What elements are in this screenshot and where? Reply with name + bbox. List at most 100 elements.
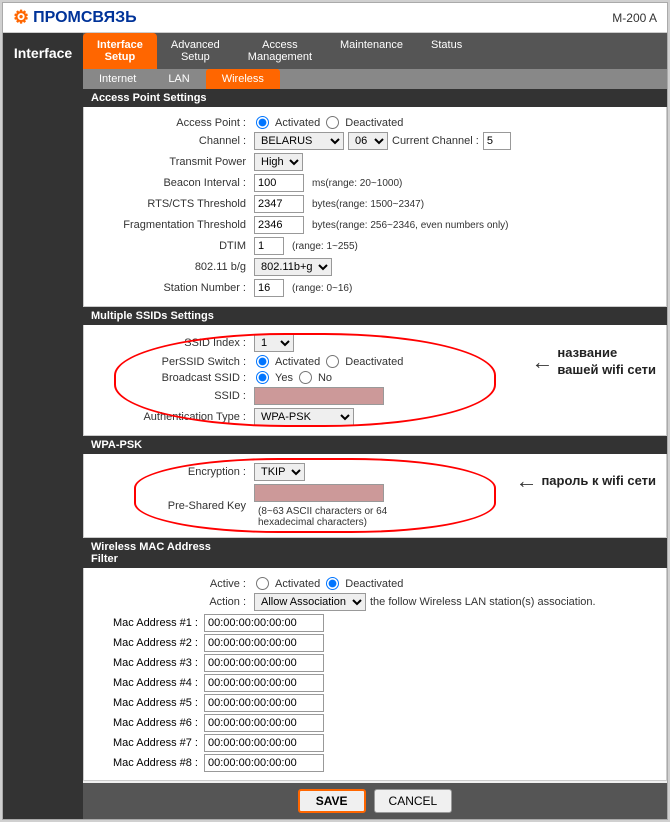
mac-label-7: Mac Address #8 :: [94, 757, 204, 769]
subtab-internet[interactable]: Internet: [83, 69, 152, 89]
channel-num-select[interactable]: 06: [348, 132, 388, 150]
perssid-activated-radio[interactable]: [256, 355, 269, 368]
mac-deactivated-radio[interactable]: [326, 577, 339, 590]
logo-icon: ⚙: [13, 7, 29, 28]
cancel-button[interactable]: CANCEL: [374, 789, 453, 813]
frag-row: Fragmentation Threshold bytes(range: 256…: [94, 216, 656, 234]
logo-text: ПРОМСВЯЗЬ: [33, 9, 136, 27]
current-channel-input[interactable]: [483, 132, 511, 150]
mac-row: Mac Address #5 :: [94, 694, 656, 712]
mac-input-4[interactable]: [204, 694, 324, 712]
mac-row: Mac Address #2 :: [94, 634, 656, 652]
ssid-index-select[interactable]: 1: [254, 334, 294, 352]
ap-value: Activated Deactivated: [254, 116, 403, 129]
dtim-hint: (range: 1~255): [292, 241, 358, 252]
channel-label: Channel :: [94, 135, 254, 147]
ssid-arrow-icon: ←: [531, 349, 553, 375]
mode-value: 802.11b+g: [254, 258, 332, 276]
action-label: Action :: [94, 596, 254, 608]
mac-row: Mac Address #3 :: [94, 654, 656, 672]
broadcast-no-radio[interactable]: [299, 371, 312, 384]
psk-arrow-icon: ←: [515, 468, 537, 494]
action-select[interactable]: Allow Association: [254, 593, 366, 611]
ap-deactivated-label: Deactivated: [345, 117, 403, 129]
subtab-lan[interactable]: LAN: [152, 69, 205, 89]
frag-input[interactable]: [254, 216, 304, 234]
multiple-ssids-body: ← название вашей wifi сети SSID Index : …: [83, 325, 667, 436]
tab-access-management[interactable]: AccessManagement: [234, 33, 326, 69]
rts-input[interactable]: [254, 195, 304, 213]
auth-type-select[interactable]: WPA-PSK: [254, 408, 354, 426]
ssid-note: название вашей wifi сети: [557, 345, 656, 379]
ssid-label: SSID :: [94, 390, 254, 402]
logo: ⚙ ПРОМСВЯЗЬ: [13, 7, 137, 28]
broadcast-no-label: No: [318, 372, 332, 384]
multiple-ssids-section: Multiple SSIDs Settings ← название вашей…: [83, 307, 667, 436]
mac-filter-section: Wireless MAC Address Filter Active : Act…: [83, 538, 667, 781]
action-suffix: the follow Wireless LAN station(s) assoc…: [370, 596, 596, 608]
ap-deactivated-radio[interactable]: [326, 116, 339, 129]
mac-row: Mac Address #6 :: [94, 714, 656, 732]
tab-maintenance[interactable]: Maintenance: [326, 33, 417, 69]
perssid-value: Activated Deactivated: [254, 355, 403, 368]
broadcast-value: Yes No: [254, 371, 332, 384]
perssid-deactivated-radio[interactable]: [326, 355, 339, 368]
mac-input-2[interactable]: [204, 654, 324, 672]
ssid-index-label: SSID Index :: [94, 337, 254, 349]
ssid-index-row: SSID Index : 1: [94, 334, 486, 352]
transmit-value: High: [254, 153, 303, 171]
ap-activated-label: Activated: [275, 117, 320, 129]
mac-label-1: Mac Address #2 :: [94, 637, 204, 649]
station-row: Station Number : (range: 0~16): [94, 279, 656, 297]
mac-row: Mac Address #7 :: [94, 734, 656, 752]
beacon-input[interactable]: [254, 174, 304, 192]
dtim-row: DTIM (range: 1~255): [94, 237, 656, 255]
ssid-row: SSID :: [94, 387, 486, 405]
psk-row: Pre-Shared Key (8~63 ASCII characters or…: [94, 484, 486, 528]
encryption-row: Encryption : TKIP: [94, 463, 486, 481]
mode-row: 802.11 b/g 802.11b+g: [94, 258, 656, 276]
mac-input-5[interactable]: [204, 714, 324, 732]
subtab-wireless[interactable]: Wireless: [206, 69, 280, 89]
transmit-select[interactable]: High: [254, 153, 303, 171]
psk-input[interactable]: [254, 484, 384, 502]
mode-label: 802.11 b/g: [94, 261, 254, 273]
perssid-row: PerSSID Switch : Activated Deactivated: [94, 355, 486, 368]
auth-type-value: WPA-PSK: [254, 408, 354, 426]
encryption-select[interactable]: TKIP: [254, 463, 305, 481]
mac-input-6[interactable]: [204, 734, 324, 752]
broadcast-row: Broadcast SSID : Yes No: [94, 371, 486, 384]
tab-status[interactable]: Status: [417, 33, 476, 69]
tab-advanced-setup[interactable]: AdvancedSetup: [157, 33, 234, 69]
mac-activated-radio[interactable]: [256, 577, 269, 590]
ap-label: Access Point :: [94, 117, 254, 129]
psk-hint: (8~63 ASCII characters or 64 hexadecimal…: [258, 506, 387, 528]
station-input[interactable]: [254, 279, 284, 297]
mac-input-3[interactable]: [204, 674, 324, 692]
mac-input-0[interactable]: [204, 614, 324, 632]
transmit-row: Transmit Power High: [94, 153, 656, 171]
tab-interface-setup[interactable]: InterfaceSetup: [83, 33, 157, 69]
mac-label-4: Mac Address #5 :: [94, 697, 204, 709]
channel-row: Channel : BELARUS 06 Current Channel :: [94, 132, 656, 150]
dtim-input[interactable]: [254, 237, 284, 255]
dtim-value: (range: 1~255): [254, 237, 358, 255]
mac-input-1[interactable]: [204, 634, 324, 652]
save-button[interactable]: SAVE: [298, 789, 366, 813]
frag-label: Fragmentation Threshold: [94, 219, 254, 231]
ap-activated-radio[interactable]: [256, 116, 269, 129]
broadcast-yes-radio[interactable]: [256, 371, 269, 384]
current-channel-label: Current Channel :: [392, 135, 479, 147]
access-point-body: Access Point : Activated Deactivated Cha…: [83, 107, 667, 307]
mode-select[interactable]: 802.11b+g: [254, 258, 332, 276]
ssid-index-value: 1: [254, 334, 294, 352]
mac-addresses: Mac Address #1 : Mac Address #2 : Mac Ad…: [94, 614, 656, 772]
ssid-input[interactable]: [254, 387, 384, 405]
perssid-activated-label: Activated: [275, 356, 320, 368]
psk-value: (8~63 ASCII characters or 64 hexadecimal…: [254, 484, 486, 528]
mac-input-7[interactable]: [204, 754, 324, 772]
ssid-annotation: ← название вашей wifi сети: [531, 345, 656, 379]
bottom-bar: SAVE CANCEL: [83, 783, 667, 819]
channel-select[interactable]: BELARUS: [254, 132, 344, 150]
mac-label-0: Mac Address #1 :: [94, 617, 204, 629]
